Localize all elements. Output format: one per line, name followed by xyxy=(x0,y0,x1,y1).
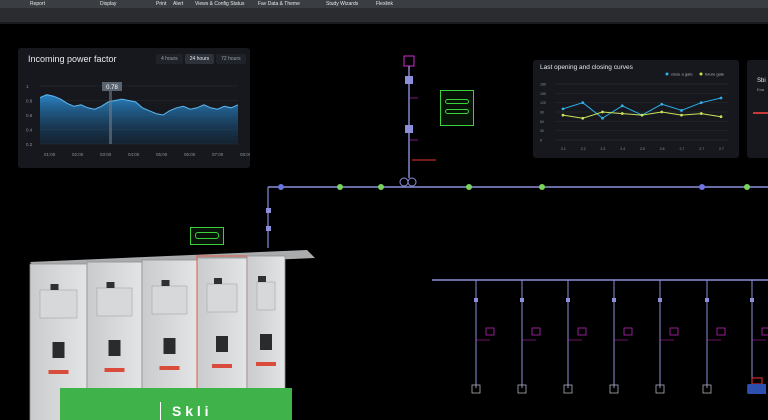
transformer-symbol[interactable] xyxy=(399,177,409,187)
feeder-breaker xyxy=(566,298,570,302)
feeder-breaker xyxy=(474,298,478,302)
bus-node xyxy=(744,184,750,190)
feeder-meter xyxy=(623,327,633,336)
alarm-device[interactable] xyxy=(751,377,763,385)
bus-node xyxy=(378,184,384,190)
feeder-breaker xyxy=(612,298,616,302)
feeder-meter xyxy=(761,327,768,336)
feeder-breaker xyxy=(750,298,754,302)
feeder-meter xyxy=(485,327,495,336)
cabinet-window xyxy=(163,338,176,354)
bus-node xyxy=(699,184,705,190)
cabinet-window xyxy=(52,342,65,358)
feeder-meter xyxy=(577,327,587,336)
feeder-meter xyxy=(669,327,679,336)
cabinet-window xyxy=(108,340,121,356)
monitor-box-left[interactable] xyxy=(190,227,224,245)
bus-node xyxy=(539,184,545,190)
banner-divider xyxy=(160,402,161,420)
bus-node xyxy=(337,184,343,190)
cabinet-window xyxy=(216,336,228,352)
bus-node xyxy=(278,184,284,190)
monitor-box-top[interactable] xyxy=(440,90,474,126)
feeder-meter xyxy=(531,327,541,336)
banner-text: S k l i xyxy=(172,403,209,419)
cabinet-window xyxy=(260,334,272,350)
feeder-meter xyxy=(716,327,726,336)
incoming-meter-2[interactable] xyxy=(405,125,413,133)
incoming-breaker-top[interactable] xyxy=(403,55,415,67)
incoming-meter-1[interactable] xyxy=(405,76,413,84)
feeder-breaker xyxy=(658,298,662,302)
bus-node xyxy=(466,184,472,190)
feeder-breaker xyxy=(705,298,709,302)
feeder-breaker xyxy=(520,298,524,302)
